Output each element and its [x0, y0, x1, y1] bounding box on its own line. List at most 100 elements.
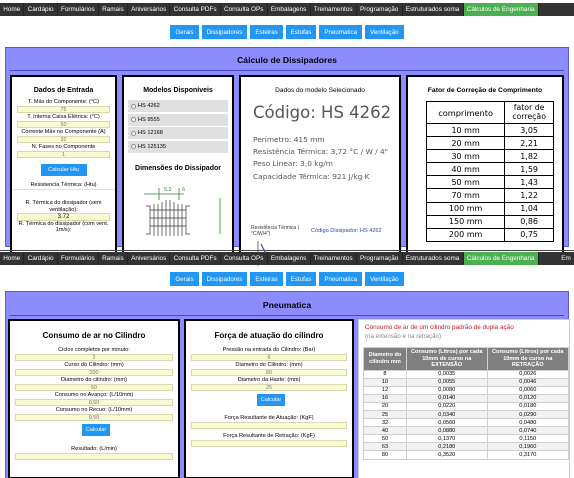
- field-input[interactable]: 32: [17, 135, 110, 143]
- modelos-column: Modelos Disponíveis HS 4262 HS 9555 HS 121…: [122, 75, 234, 255]
- tab-gerais[interactable]: Gerais: [170, 272, 199, 286]
- correcao-table: comprimento fator de correção 10 mm 3,05 20…: [425, 101, 554, 242]
- table-row: 12 0,0080 0,0060: [363, 385, 570, 395]
- table-cell: 0,86: [504, 214, 554, 229]
- tab-ventilacao[interactable]: Ventilação: [365, 272, 404, 286]
- nav-item-overflow[interactable]: Em: [558, 252, 574, 265]
- correcao-col-header: fator de correção: [504, 101, 554, 124]
- table-cell: 0,0480: [486, 418, 570, 428]
- table-cell: 150 mm: [425, 214, 506, 229]
- table-cell: 50: [363, 434, 407, 444]
- table-cell: 0,2180: [405, 442, 488, 452]
- nav-item-consulta-ops[interactable]: Consulta OPs: [221, 252, 268, 265]
- nav-item-cardapio[interactable]: Cardápio: [24, 3, 58, 16]
- field-input[interactable]: 0,50: [15, 398, 173, 406]
- nav-item-embalagens[interactable]: Embalagens: [268, 252, 311, 265]
- field-input[interactable]: 75: [17, 105, 110, 113]
- table-row: 10 0,0055 0,0046: [363, 377, 570, 387]
- table-row: 150 mm 0,86: [425, 214, 554, 229]
- tab-gerais[interactable]: Gerais: [170, 25, 199, 39]
- calcular-consumo-button[interactable]: Calcular: [82, 424, 110, 436]
- res-atuacao-field[interactable]: [191, 421, 347, 429]
- table-cell: 0,1150: [486, 434, 570, 444]
- nav-item-calculos-de-engenharia[interactable]: Cálculos de Engenharia: [463, 3, 539, 16]
- tab-pneumatica[interactable]: Pneumatica: [319, 25, 363, 39]
- nav-item-aniversarios[interactable]: Aniversários: [128, 3, 171, 16]
- table-header: Consumo (Litros) por cada 10mm de curso …: [486, 347, 570, 371]
- tab-ventilacao[interactable]: Ventilação: [365, 25, 404, 39]
- radio-icon[interactable]: [131, 144, 136, 149]
- nav-item-treinamentos[interactable]: Treinamentos: [311, 3, 357, 16]
- table-cell: 0,3170: [486, 450, 570, 460]
- nav-item-embalagens[interactable]: Embalagens: [268, 3, 311, 16]
- table-row: 100 mm 1,04: [425, 201, 554, 216]
- tab-dissipadores[interactable]: Dissipadores: [201, 272, 248, 286]
- tab-esteiras[interactable]: Esteiras: [250, 25, 283, 39]
- resultado-field[interactable]: [15, 452, 173, 460]
- nav-item-estruturados-soma[interactable]: Estruturados soma: [403, 3, 464, 16]
- field-input[interactable]: 6: [191, 353, 347, 361]
- model-option[interactable]: HS 12168: [128, 127, 228, 139]
- table-cell: 0,0560: [405, 418, 488, 428]
- model-option[interactable]: HS 9555: [128, 113, 228, 126]
- tab-dissipadores[interactable]: Dissipadores: [201, 25, 248, 39]
- tab-pneumatica[interactable]: Pneumatica: [319, 272, 363, 286]
- table-cell: 0,3520: [405, 450, 488, 460]
- table-cell: 0,0290: [486, 409, 570, 420]
- field-input[interactable]: 50: [17, 120, 110, 128]
- model-option[interactable]: HS 4262: [128, 100, 228, 112]
- calcular-forca-button[interactable]: Calcular: [257, 394, 285, 406]
- radio-icon[interactable]: [131, 103, 136, 109]
- field-input[interactable]: 1: [17, 150, 110, 158]
- field-input[interactable]: 0,50: [15, 413, 173, 421]
- nav-item-ramais[interactable]: Ramais: [99, 3, 128, 16]
- table-cell: 0,1960: [486, 442, 570, 452]
- top-nav: Home Cardápio Formulários Ramais Aniversário…: [0, 252, 574, 265]
- nav-item-programacao[interactable]: Programação: [357, 252, 403, 265]
- tab-estufas[interactable]: Estufas: [285, 25, 317, 39]
- field-input[interactable]: 200: [15, 368, 173, 376]
- radio-icon[interactable]: [131, 117, 136, 122]
- sub-tabs: Gerais Dissipadores Esteiras Estufas Pneumat…: [0, 272, 574, 286]
- correcao-column: Fator de Correção de Comprimento comprim…: [406, 75, 564, 255]
- model-label: HS 4262: [138, 103, 160, 109]
- nav-item-home[interactable]: Home: [0, 3, 25, 16]
- nav-item-formularios[interactable]: Formulários: [58, 252, 99, 265]
- table-row: 50 mm 1,43: [425, 175, 554, 190]
- table-row: 10 mm 3,05: [425, 122, 554, 138]
- forca-fields: Pressão na entrada do Cilindro: (Bar) 6 Di…: [186, 347, 352, 391]
- nav-item-cardapio[interactable]: Cardápio: [24, 252, 58, 265]
- table-cell: 0,0120: [486, 393, 570, 403]
- nav-item-consulta-pdfs[interactable]: Consulta PDFs: [170, 3, 221, 16]
- res-retracao-field[interactable]: [191, 439, 347, 447]
- nav-item-aniversarios[interactable]: Aniversários: [128, 252, 171, 265]
- field-input[interactable]: 50: [15, 383, 173, 391]
- resist-label: Resistencia Térmica: (Htu): [12, 182, 115, 190]
- dimensoes-heading: Dimensões do Dissipador: [135, 164, 221, 172]
- nav-item-home[interactable]: Home: [0, 252, 25, 265]
- tab-estufas[interactable]: Estufas: [285, 272, 317, 286]
- field-input[interactable]: 80: [191, 368, 347, 376]
- field-input[interactable]: 2: [15, 353, 173, 361]
- consumo-heading: Consumo de ar no Cilindro: [42, 331, 146, 340]
- model-option[interactable]: HS 125135: [128, 140, 228, 153]
- nav-item-calculos-de-engenharia[interactable]: Cálculos de Engenharia: [463, 252, 539, 265]
- nav-item-programacao[interactable]: Programação: [357, 3, 403, 16]
- field-input[interactable]: 25: [191, 383, 347, 391]
- pneumatica-panel: Pneumatica Consumo de ar no Cilindro Cic…: [5, 291, 570, 478]
- sub-tabs: Gerais Dissipadores Esteiras Estufas Pneumat…: [0, 25, 574, 39]
- table-cell: 0,0880: [405, 426, 488, 436]
- nav-item-consulta-pdfs[interactable]: Consulta PDFs: [170, 252, 221, 265]
- tab-esteiras[interactable]: Esteiras: [250, 272, 283, 286]
- consumo-table: Diametro do cilindro mm Consumo (Litros) …: [363, 347, 570, 460]
- table-cell: 63: [363, 442, 407, 452]
- nav-item-treinamentos[interactable]: Treinamentos: [311, 252, 357, 265]
- radio-icon[interactable]: [131, 130, 136, 136]
- model-label: HS 125135: [138, 143, 166, 150]
- nav-item-formularios[interactable]: Formulários: [58, 3, 99, 16]
- calcular-htu-button[interactable]: Calcular Htu: [40, 164, 87, 176]
- field-label: T. Interna Caixa Elétrica: (°C): [27, 114, 100, 120]
- nav-item-consulta-ops[interactable]: Consulta OPs: [221, 3, 268, 16]
- nav-item-estruturados-soma[interactable]: Estruturados soma: [403, 252, 464, 265]
- nav-item-ramais[interactable]: Ramais: [99, 252, 128, 265]
